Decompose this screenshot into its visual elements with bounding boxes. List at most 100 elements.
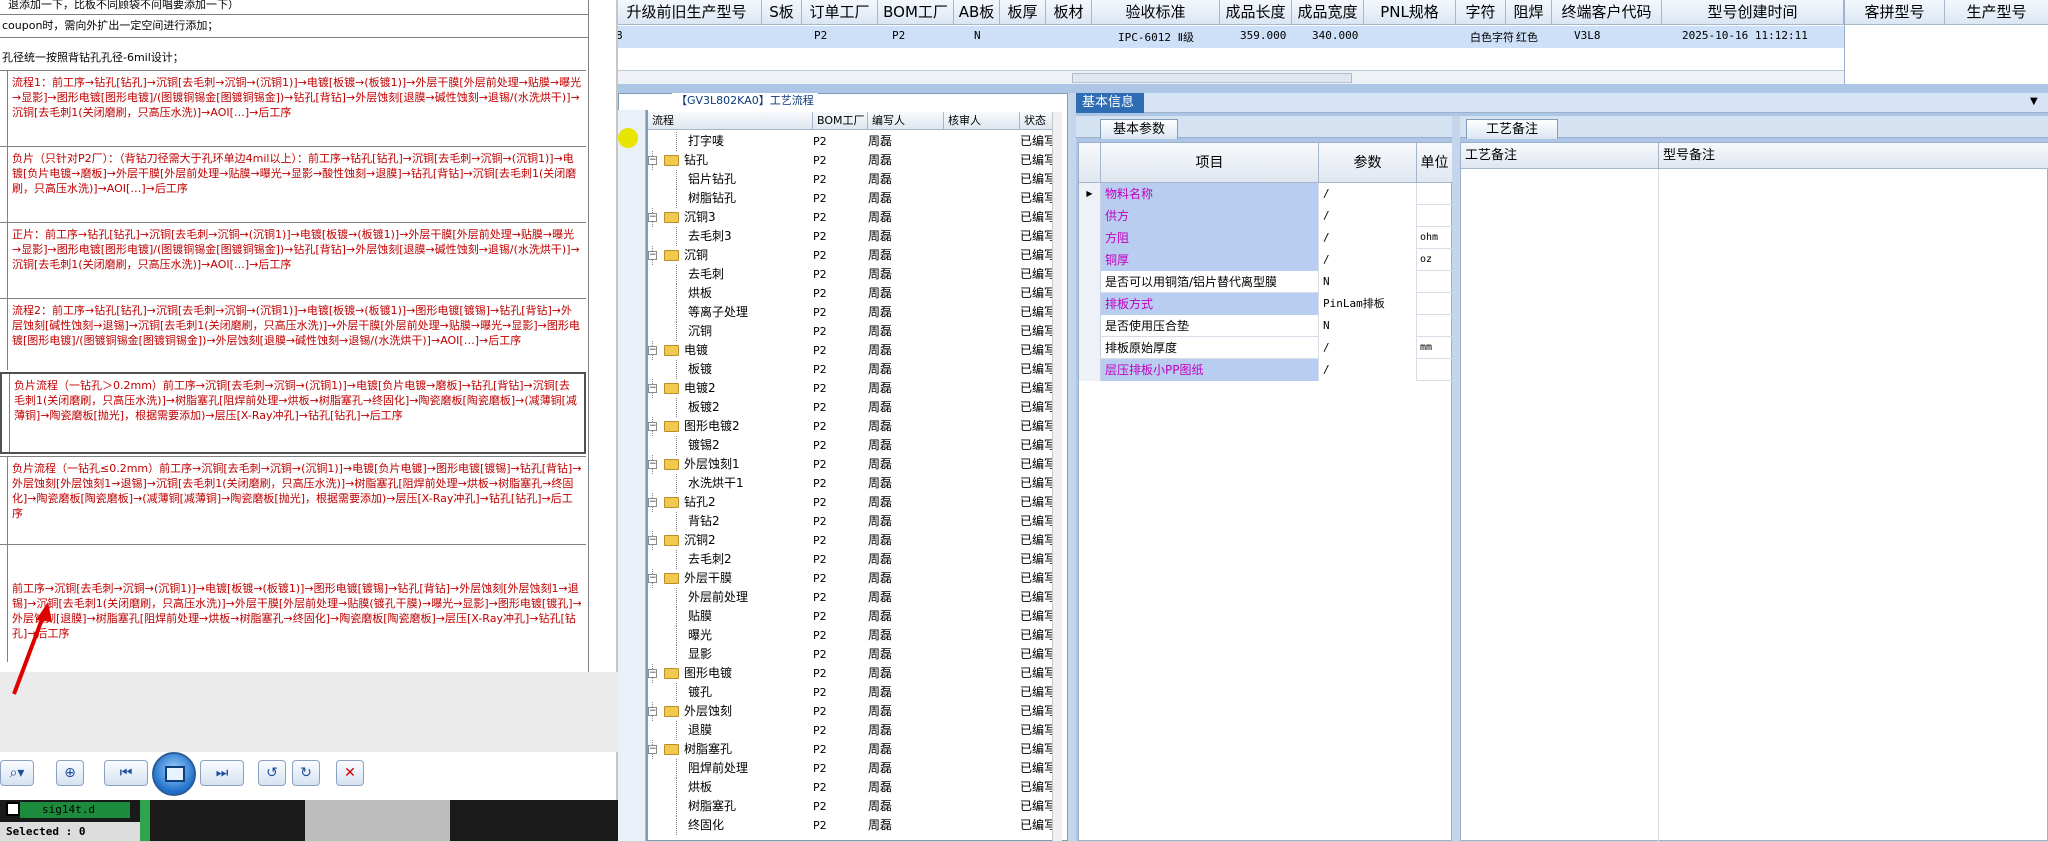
tree-expander-icon[interactable]: − [648, 498, 657, 507]
tree-col-reviewer[interactable]: 核审人 [944, 112, 1020, 130]
row-indicator[interactable] [1079, 337, 1101, 359]
tree-step-row[interactable]: 树脂钻孔 P2 周磊 已编写 [648, 189, 1060, 208]
tree-expander-icon[interactable]: − [648, 422, 657, 431]
param-row[interactable]: 是否可以用铜箔/铝片替代离型膜 N [1079, 271, 1453, 293]
tree-step-row[interactable]: 曝光 P2 周磊 已编写 [648, 626, 1060, 645]
tree-step-row[interactable]: 显影 P2 周磊 已编写 [648, 645, 1060, 664]
tree-step-row[interactable]: 终固化 P2 周磊 已编写 [648, 816, 1060, 835]
tree-group-row[interactable]: − 图形电镀2 P2 周磊 已编写 [648, 417, 1060, 436]
row-indicator[interactable] [1079, 315, 1101, 337]
tree-group-row[interactable]: − 钻孔2 P2 周磊 已编写 [648, 493, 1060, 512]
col-header-customer[interactable]: 终端客户代码 [1552, 0, 1662, 25]
param-row[interactable]: 排板原始厚度 / mm [1079, 337, 1453, 359]
next-page-icon[interactable]: ⏭ [200, 760, 244, 786]
col-header-thickness[interactable]: 板厚 [1000, 0, 1046, 25]
tree-group-row[interactable]: − 外层蚀刻 P2 周磊 已编写 [648, 702, 1060, 721]
row-indicator[interactable] [1079, 293, 1101, 315]
tree-group-row[interactable]: − 图形电镀 P2 周磊 已编写 [648, 664, 1060, 683]
basic-params-grid[interactable]: 项目 参数 单位 ▶ 物料名称 / 供方 / 方阻 / ohm 铜厚 / oz 是否可以用铜箔/铝片替… [1078, 142, 1453, 841]
selected-model-row[interactable] [612, 26, 1844, 48]
param-value[interactable]: PinLam排板 [1319, 293, 1417, 315]
tree-step-row[interactable]: 铝片钻孔 P2 周磊 已编写 [648, 170, 1060, 189]
tree-step-row[interactable]: 贴膜 P2 周磊 已编写 [648, 607, 1060, 626]
col-header-combined-model[interactable]: 客拼型号 [1845, 0, 1945, 25]
tree-expander-icon[interactable]: − [648, 536, 657, 545]
tree-col-author[interactable]: 编写人 [868, 112, 944, 130]
side-model-grid[interactable]: 客拼型号 生产型号 [1844, 0, 2048, 84]
tree-group-row[interactable]: − 树脂塞孔 P2 周磊 已编写 [648, 740, 1060, 759]
chevron-down-icon[interactable]: ▼ [2030, 96, 2038, 107]
tree-step-row[interactable]: 树脂塞孔 P2 周磊 已编写 [648, 797, 1060, 816]
tree-group-row[interactable]: − 外层干膜 P2 周磊 已编写 [648, 569, 1060, 588]
col-header-width[interactable]: 成品宽度 [1292, 0, 1364, 25]
tree-step-row[interactable]: 镀锡2 P2 周磊 已编写 [648, 436, 1060, 455]
tree-step-row[interactable]: 板镀 P2 周磊 已编写 [648, 360, 1060, 379]
tab-basic-params[interactable]: 基本参数 [1100, 119, 1178, 139]
panel-splitter[interactable] [1068, 93, 1076, 841]
tree-group-row[interactable]: − 电镀2 P2 周磊 已编写 [648, 379, 1060, 398]
fit-page-icon[interactable]: ⊕ [56, 760, 84, 786]
param-value[interactable]: N [1319, 271, 1417, 293]
tree-expander-icon[interactable]: − [648, 669, 657, 678]
tree-step-row[interactable]: 去毛刺 P2 周磊 已编写 [648, 265, 1060, 284]
param-value[interactable]: / [1319, 183, 1417, 205]
delete-icon[interactable]: ✕ [336, 760, 364, 786]
tree-expander-icon[interactable]: − [648, 384, 657, 393]
tree-expander-icon[interactable]: − [648, 213, 657, 222]
tree-step-row[interactable]: 背钻2 P2 周磊 已编写 [648, 512, 1060, 531]
param-row[interactable]: 排板方式 PinLam排板 [1079, 293, 1453, 315]
col-header-length[interactable]: 成品长度 [1220, 0, 1292, 25]
tree-expander-icon[interactable]: − [648, 574, 657, 583]
layer-name[interactable]: sig14t.d [20, 802, 130, 818]
tree-step-row[interactable]: 水洗烘干1 P2 周磊 已编写 [648, 474, 1060, 493]
tree-expander-icon[interactable]: − [648, 346, 657, 355]
tree-group-row[interactable]: − 钻孔 P2 周磊 已编写 [648, 151, 1060, 170]
tree-step-row[interactable]: 去毛刺3 P2 周磊 已编写 [648, 227, 1060, 246]
row-indicator[interactable] [1079, 359, 1101, 381]
col-header-material[interactable]: 板材 [1046, 0, 1092, 25]
param-value[interactable]: / [1319, 205, 1417, 227]
param-row[interactable]: 层压排板小PP图纸 / [1079, 359, 1453, 381]
tree-step-row[interactable]: 外层前处理 P2 周磊 已编写 [648, 588, 1060, 607]
param-value[interactable]: N [1319, 315, 1417, 337]
tree-step-row[interactable]: 烘板 P2 周磊 已编写 [648, 778, 1060, 797]
param-value[interactable]: / [1319, 337, 1417, 359]
model-grid-hscrollbar[interactable] [612, 70, 1844, 84]
param-row[interactable]: 方阻 / ohm [1079, 227, 1453, 249]
param-value[interactable]: / [1319, 227, 1417, 249]
notes-col-model[interactable]: 型号备注 [1659, 143, 2048, 169]
tree-col-bom[interactable]: BOM工厂 [813, 112, 868, 130]
param-row[interactable]: 供方 / [1079, 205, 1453, 227]
process-tree[interactable]: 流程 BOM工厂 编写人 核审人 状态 打字唛 P2 周磊 已编写 − 钻孔 P2 周磊 已编写… [648, 112, 1060, 841]
tree-expander-icon[interactable]: − [648, 156, 657, 165]
col-header-order-factory[interactable]: 订单工厂 [802, 0, 878, 25]
zoom-icon[interactable]: ⌕▾ [0, 760, 34, 786]
tree-step-row[interactable]: 沉铜 P2 周磊 已编写 [648, 322, 1060, 341]
process-tree-vscrollbar[interactable] [1052, 112, 1062, 841]
col-header-standard[interactable]: 验收标准 [1092, 0, 1220, 25]
tree-step-row[interactable]: 烘板 P2 周磊 已编写 [648, 284, 1060, 303]
tree-expander-icon[interactable]: − [648, 707, 657, 716]
tree-step-row[interactable]: 等离子处理 P2 周磊 已编写 [648, 303, 1060, 322]
rotate-right-icon[interactable]: ↻ [292, 760, 320, 786]
param-col-value[interactable]: 参数 [1319, 143, 1417, 183]
tree-step-row[interactable]: 阻焊前处理 P2 周磊 已编写 [648, 759, 1060, 778]
tree-group-row[interactable]: − 电镀 P2 周磊 已编写 [648, 341, 1060, 360]
col-header-created[interactable]: 型号创建时间 [1662, 0, 1844, 25]
tree-group-row[interactable]: − 外层蚀刻1 P2 周磊 已编写 [648, 455, 1060, 474]
col-header-bom-factory[interactable]: BOM工厂 [878, 0, 954, 25]
col-header-production-model[interactable]: 生产型号 [1945, 0, 2048, 25]
rotate-left-icon[interactable]: ↺ [258, 760, 286, 786]
notes-grid[interactable]: 工艺备注 型号备注 [1460, 142, 2048, 842]
tree-col-process[interactable]: 流程 [648, 112, 813, 130]
scrollbar-thumb[interactable] [1072, 73, 1352, 83]
tree-step-row[interactable]: 打字唛 P2 周磊 已编写 [648, 132, 1060, 151]
notes-col-process[interactable]: 工艺备注 [1461, 143, 1659, 169]
param-col-unit[interactable]: 单位 [1417, 143, 1453, 183]
slideshow-button[interactable] [152, 752, 196, 796]
col-header-pnl[interactable]: PNL规格 [1364, 0, 1456, 25]
tree-step-row[interactable]: 板镀2 P2 周磊 已编写 [648, 398, 1060, 417]
notes-process-cell[interactable] [1461, 169, 1659, 842]
tab-basic-info[interactable]: 基本信息 [1076, 93, 1144, 113]
row-indicator[interactable] [1079, 205, 1101, 227]
